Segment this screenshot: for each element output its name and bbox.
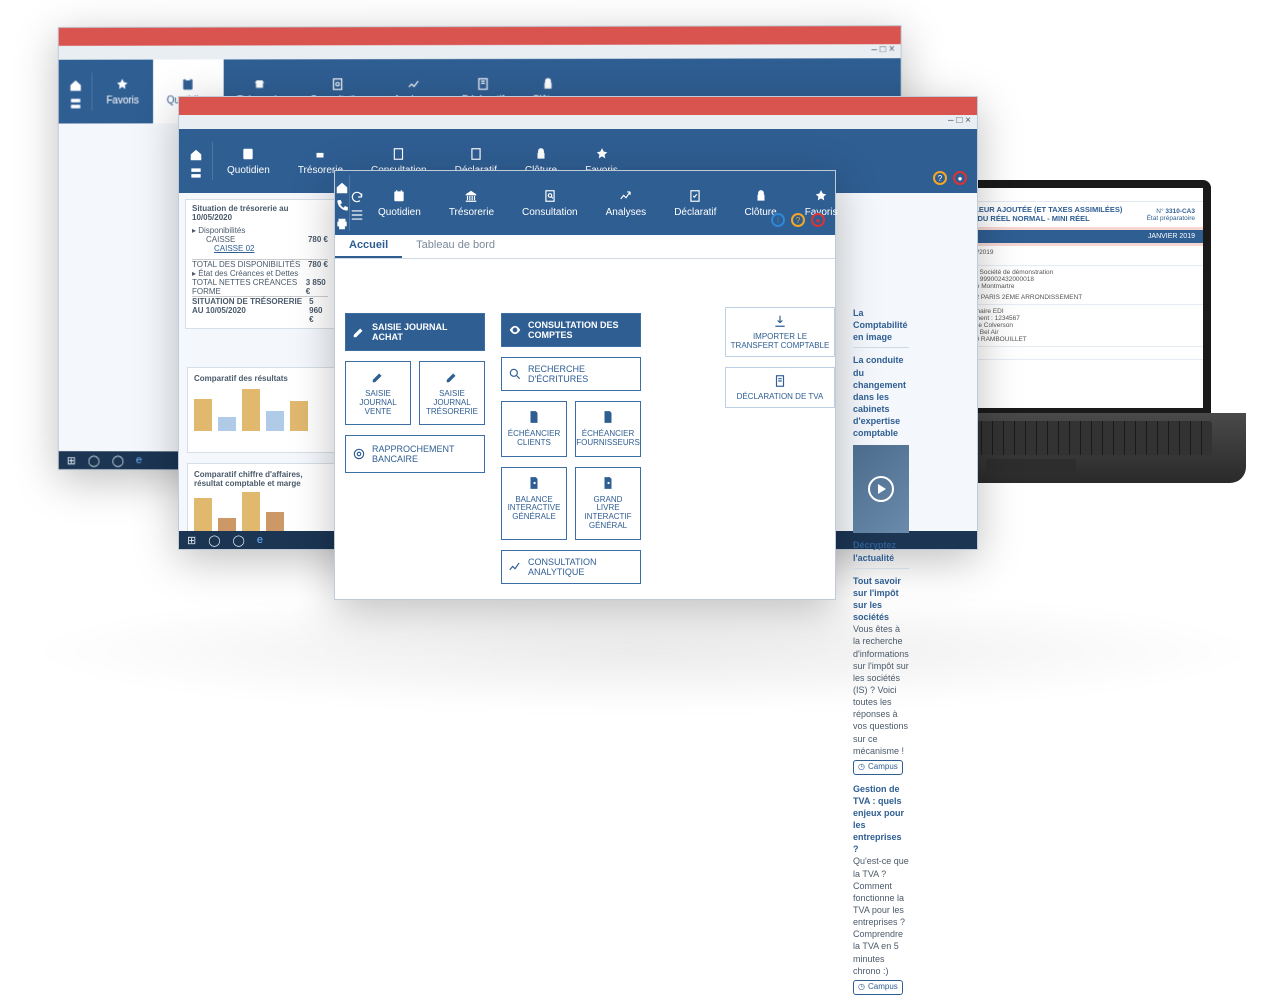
card-ech-fournisseurs[interactable]: ÉCHÉANCIER FOURNISSEURS xyxy=(575,401,641,457)
card-declaration-tva[interactable]: DÉCLARATION DE TVA xyxy=(725,367,835,408)
doc-search-icon xyxy=(527,476,541,490)
tab-tresorerie[interactable]: Trésorerie xyxy=(435,171,508,235)
alert-badge-icon[interactable]: ● xyxy=(811,213,825,227)
card-label: CONSULTATION DES COMPTES xyxy=(528,320,634,340)
campus-link[interactable]: ◷ Campus xyxy=(853,980,903,995)
subtab-tableau[interactable]: Tableau de bord xyxy=(402,235,509,258)
card-label: SAISIE JOURNAL ACHAT xyxy=(372,322,478,342)
ribbon: Quotidien Trésorerie Consultation Analys… xyxy=(335,171,835,235)
card-recherche[interactable]: RECHERCHE D'ÉCRITURES xyxy=(501,357,641,391)
card-rapprochement[interactable]: RAPPROCHEMENT BANCAIRE xyxy=(345,435,485,473)
video-thumbnail[interactable] xyxy=(853,445,909,533)
card-label: ÉCHÉANCIER CLIENTS xyxy=(508,430,560,448)
article-text: Vous êtes à la recherche d'informations … xyxy=(853,623,909,757)
campus-link[interactable]: ◷ Campus xyxy=(853,760,903,775)
quick-tools xyxy=(335,175,350,231)
star-icon xyxy=(814,189,828,203)
col-consultation: CONSULTATION DES COMPTES RECHERCHE D'ÉCR… xyxy=(501,313,641,577)
article-heading: Tout savoir sur l'impôt sur les sociétés xyxy=(853,576,901,622)
pencil-icon xyxy=(371,370,385,384)
warn-badge-icon[interactable]: ? xyxy=(791,213,805,227)
eye-icon xyxy=(508,323,522,337)
tab-label: Trésorerie xyxy=(449,207,494,218)
lock-icon xyxy=(754,189,768,203)
tab-label: Consultation xyxy=(522,207,578,218)
ribbon-badges: i ? ● xyxy=(771,213,825,227)
card-label: GRAND LIVRE INTERACTIF GÉNÉRAL xyxy=(582,496,634,531)
import-icon xyxy=(773,314,787,328)
pencil-icon xyxy=(445,370,459,384)
trend-icon xyxy=(619,189,633,203)
home-icon[interactable] xyxy=(335,181,349,195)
quick-links: IMPORTER LE TRANSFERT COMPTABLE DÉCLARAT… xyxy=(725,307,835,583)
col-saisie: SAISIE JOURNAL ACHAT SAISIE JOURNAL VENT… xyxy=(345,313,485,577)
card-label: ÉCHÉANCIER FOURNISSEURS xyxy=(576,430,640,448)
tab-quotidien[interactable]: Quotidien xyxy=(364,171,435,235)
card-saisie-achat[interactable]: SAISIE JOURNAL ACHAT xyxy=(345,313,485,351)
feed-caption: La conduite du changement dans les cabin… xyxy=(853,355,906,438)
doc-icon xyxy=(773,374,787,388)
tab-consultation[interactable]: Consultation xyxy=(508,171,592,235)
menu-icon[interactable] xyxy=(350,208,364,222)
feed-section-title: La Comptabilité en image xyxy=(853,307,909,343)
doc-icon xyxy=(601,410,615,424)
doc-check-icon xyxy=(688,189,702,203)
card-label: RAPPROCHEMENT BANCAIRE xyxy=(372,444,478,464)
card-saisie-vente[interactable]: SAISIE JOURNAL VENTE xyxy=(345,361,411,425)
tab-label: Analyses xyxy=(606,207,647,218)
tab-analyses[interactable]: Analyses xyxy=(592,171,661,235)
play-icon xyxy=(868,476,894,502)
trend-icon xyxy=(508,560,522,574)
doc-search-icon xyxy=(543,189,557,203)
card-label: RECHERCHE D'ÉCRITURES xyxy=(528,364,634,384)
print-icon[interactable] xyxy=(335,217,349,231)
card-saisie-tresorerie[interactable]: SAISIE JOURNAL TRÉSORERIE xyxy=(419,361,485,425)
main-window: Quotidien Trésorerie Consultation Analys… xyxy=(334,170,836,600)
card-label: SAISIE JOURNAL VENTE xyxy=(352,390,404,416)
bank-icon xyxy=(464,189,478,203)
pencil-icon xyxy=(352,325,366,339)
article-heading: Gestion de TVA : quels enjeux pour les e… xyxy=(853,784,904,855)
news-feed: La Comptabilité en image La conduite du … xyxy=(853,307,909,583)
card-balance[interactable]: BALANCE INTERACTIVE GÉNÉRALE xyxy=(501,467,567,540)
card-grand-livre[interactable]: GRAND LIVRE INTERACTIF GÉNÉRAL xyxy=(575,467,641,540)
feed-section-title: Décryptez l'actualité xyxy=(853,539,909,563)
doc-icon xyxy=(527,410,541,424)
card-label: CONSULTATION ANALYTIQUE xyxy=(528,557,634,577)
card-import-transfert[interactable]: IMPORTER LE TRANSFERT COMPTABLE xyxy=(725,307,835,357)
subtab-accueil[interactable]: Accueil xyxy=(335,235,402,258)
calendar-icon xyxy=(392,189,406,203)
tab-label: Quotidien xyxy=(378,207,421,218)
tab-declaratif[interactable]: Déclaratif xyxy=(660,171,730,235)
card-label: DÉCLARATION DE TVA xyxy=(737,392,824,401)
search-icon xyxy=(508,367,522,381)
article-text: Qu'est-ce que la TVA ? Comment fonctionn… xyxy=(853,855,909,976)
info-badge-icon[interactable]: i xyxy=(771,213,785,227)
target-icon xyxy=(352,447,366,461)
card-ech-clients[interactable]: ÉCHÉANCIER CLIENTS xyxy=(501,401,567,457)
card-label: BALANCE INTERACTIVE GÉNÉRALE xyxy=(508,496,561,522)
card-label: SAISIE JOURNAL TRÉSORERIE xyxy=(426,390,478,416)
phone-icon[interactable] xyxy=(335,199,349,213)
card-label: IMPORTER LE TRANSFERT COMPTABLE xyxy=(730,332,830,350)
sub-tabs: Accueil Tableau de bord xyxy=(335,235,835,259)
doc-search-icon xyxy=(601,476,615,490)
sync-icon[interactable] xyxy=(350,190,364,204)
tab-label: Déclaratif xyxy=(674,207,716,218)
card-consult-analytique[interactable]: CONSULTATION ANALYTIQUE xyxy=(501,550,641,584)
card-consult-comptes[interactable]: CONSULTATION DES COMPTES xyxy=(501,313,641,347)
